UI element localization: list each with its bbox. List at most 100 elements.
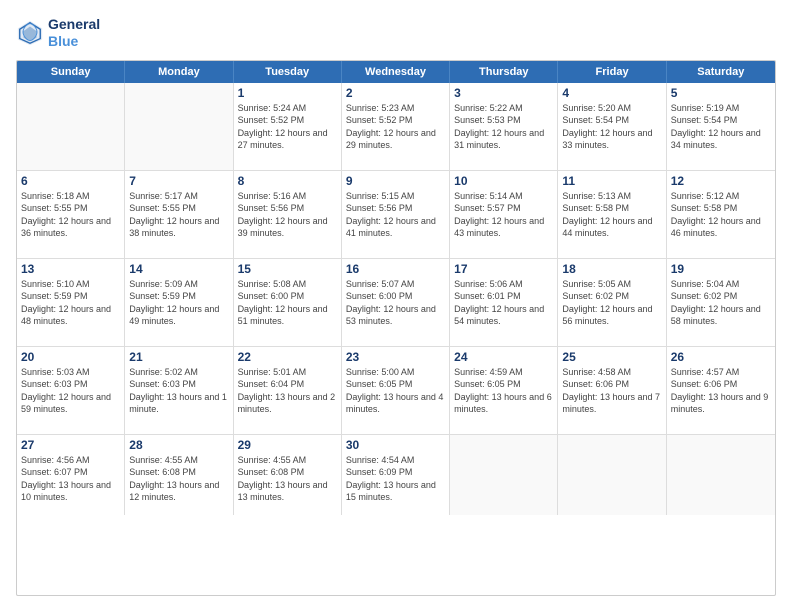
day-number: 9 xyxy=(346,174,445,188)
cell-info: Sunrise: 5:12 AM Sunset: 5:58 PM Dayligh… xyxy=(671,190,771,240)
calendar-cell xyxy=(667,435,775,515)
calendar-cell: 1 Sunrise: 5:24 AM Sunset: 5:52 PM Daylig… xyxy=(234,83,342,170)
cell-info: Sunrise: 4:55 AM Sunset: 6:08 PM Dayligh… xyxy=(129,454,228,504)
day-number: 2 xyxy=(346,86,445,100)
day-number: 20 xyxy=(21,350,120,364)
day-number: 25 xyxy=(562,350,661,364)
calendar-cell: 19 Sunrise: 5:04 AM Sunset: 6:02 PM Dayli… xyxy=(667,259,775,346)
weekday-header: Tuesday xyxy=(234,61,342,83)
calendar-cell: 5 Sunrise: 5:19 AM Sunset: 5:54 PM Daylig… xyxy=(667,83,775,170)
day-number: 22 xyxy=(238,350,337,364)
calendar-row: 13 Sunrise: 5:10 AM Sunset: 5:59 PM Dayli… xyxy=(17,259,775,347)
cell-info: Sunrise: 5:13 AM Sunset: 5:58 PM Dayligh… xyxy=(562,190,661,240)
logo: General Blue xyxy=(16,16,100,50)
logo-blue: Blue xyxy=(48,33,100,50)
calendar-row: 1 Sunrise: 5:24 AM Sunset: 5:52 PM Daylig… xyxy=(17,83,775,171)
cell-info: Sunrise: 5:01 AM Sunset: 6:04 PM Dayligh… xyxy=(238,366,337,416)
cell-info: Sunrise: 5:22 AM Sunset: 5:53 PM Dayligh… xyxy=(454,102,553,152)
calendar-cell: 14 Sunrise: 5:09 AM Sunset: 5:59 PM Dayli… xyxy=(125,259,233,346)
calendar-cell: 9 Sunrise: 5:15 AM Sunset: 5:56 PM Daylig… xyxy=(342,171,450,258)
calendar-cell: 23 Sunrise: 5:00 AM Sunset: 6:05 PM Dayli… xyxy=(342,347,450,434)
calendar-cell: 3 Sunrise: 5:22 AM Sunset: 5:53 PM Daylig… xyxy=(450,83,558,170)
calendar: SundayMondayTuesdayWednesdayThursdayFrid… xyxy=(16,60,776,596)
calendar-cell: 2 Sunrise: 5:23 AM Sunset: 5:52 PM Daylig… xyxy=(342,83,450,170)
weekday-header: Sunday xyxy=(17,61,125,83)
calendar-cell: 22 Sunrise: 5:01 AM Sunset: 6:04 PM Dayli… xyxy=(234,347,342,434)
calendar-cell: 15Sunrise: 5:08 AM Sunset: 6:00 PM Dayli… xyxy=(234,259,342,346)
calendar-cell: 26 Sunrise: 4:57 AM Sunset: 6:06 PM Dayli… xyxy=(667,347,775,434)
calendar-cell: 29Sunrise: 4:55 AM Sunset: 6:08 PM Dayli… xyxy=(234,435,342,515)
cell-info: Sunrise: 5:18 AM Sunset: 5:55 PM Dayligh… xyxy=(21,190,120,240)
cell-info: Sunrise: 5:05 AM Sunset: 6:02 PM Dayligh… xyxy=(562,278,661,328)
calendar-cell: 10 Sunrise: 5:14 AM Sunset: 5:57 PM Dayli… xyxy=(450,171,558,258)
cell-info: Sunrise: 5:09 AM Sunset: 5:59 PM Dayligh… xyxy=(129,278,228,328)
cell-info: Sunrise: 4:54 AM Sunset: 6:09 PM Dayligh… xyxy=(346,454,445,504)
calendar-cell: 27 Sunrise: 4:56 AM Sunset: 6:07 PM Dayli… xyxy=(17,435,125,515)
weekday-header: Friday xyxy=(558,61,666,83)
day-number: 27 xyxy=(21,438,120,452)
cell-info: Sunrise: 5:06 AM Sunset: 6:01 PM Dayligh… xyxy=(454,278,553,328)
calendar-row: 20 Sunrise: 5:03 AM Sunset: 6:03 PM Dayli… xyxy=(17,347,775,435)
day-number: 16 xyxy=(346,262,445,276)
cell-info: Sunrise: 4:57 AM Sunset: 6:06 PM Dayligh… xyxy=(671,366,771,416)
calendar-cell: 6 Sunrise: 5:18 AM Sunset: 5:55 PM Daylig… xyxy=(17,171,125,258)
day-number: 5 xyxy=(671,86,771,100)
cell-info: Sunrise: 5:23 AM Sunset: 5:52 PM Dayligh… xyxy=(346,102,445,152)
day-number: 19 xyxy=(671,262,771,276)
cell-info: Sunrise: 5:10 AM Sunset: 5:59 PM Dayligh… xyxy=(21,278,120,328)
cell-info: Sunrise: 4:59 AM Sunset: 6:05 PM Dayligh… xyxy=(454,366,553,416)
calendar-cell: 20 Sunrise: 5:03 AM Sunset: 6:03 PM Dayli… xyxy=(17,347,125,434)
cell-info: Sunrise: 5:03 AM Sunset: 6:03 PM Dayligh… xyxy=(21,366,120,416)
cell-info: Sunrise: 4:56 AM Sunset: 6:07 PM Dayligh… xyxy=(21,454,120,504)
calendar-cell: 8Sunrise: 5:16 AM Sunset: 5:56 PM Daylig… xyxy=(234,171,342,258)
calendar-cell: 7Sunrise: 5:17 AM Sunset: 5:55 PM Daylig… xyxy=(125,171,233,258)
day-number: 17 xyxy=(454,262,553,276)
cell-info: Sunrise: 4:58 AM Sunset: 6:06 PM Dayligh… xyxy=(562,366,661,416)
day-number: 13 xyxy=(21,262,120,276)
calendar-cell xyxy=(558,435,666,515)
logo-general: General xyxy=(48,16,100,33)
calendar-row: 6 Sunrise: 5:18 AM Sunset: 5:55 PM Daylig… xyxy=(17,171,775,259)
day-number: 4 xyxy=(562,86,661,100)
page: General Blue SundayMondayTuesdayWednesda… xyxy=(0,0,792,612)
calendar-cell: 12Sunrise: 5:12 AM Sunset: 5:58 PM Dayli… xyxy=(667,171,775,258)
weekday-header: Wednesday xyxy=(342,61,450,83)
cell-info: Sunrise: 5:00 AM Sunset: 6:05 PM Dayligh… xyxy=(346,366,445,416)
calendar-cell: 17 Sunrise: 5:06 AM Sunset: 6:01 PM Dayli… xyxy=(450,259,558,346)
calendar-body: 1 Sunrise: 5:24 AM Sunset: 5:52 PM Daylig… xyxy=(17,83,775,515)
day-number: 30 xyxy=(346,438,445,452)
header: General Blue xyxy=(16,16,776,50)
day-number: 11 xyxy=(562,174,661,188)
day-number: 10 xyxy=(454,174,553,188)
weekday-header: Saturday xyxy=(667,61,775,83)
cell-info: Sunrise: 5:20 AM Sunset: 5:54 PM Dayligh… xyxy=(562,102,661,152)
cell-info: Sunrise: 4:55 AM Sunset: 6:08 PM Dayligh… xyxy=(238,454,337,504)
calendar-header: SundayMondayTuesdayWednesdayThursdayFrid… xyxy=(17,61,775,83)
calendar-cell xyxy=(125,83,233,170)
calendar-row: 27 Sunrise: 4:56 AM Sunset: 6:07 PM Dayli… xyxy=(17,435,775,515)
cell-info: Sunrise: 5:16 AM Sunset: 5:56 PM Dayligh… xyxy=(238,190,337,240)
day-number: 14 xyxy=(129,262,228,276)
calendar-cell: 28 Sunrise: 4:55 AM Sunset: 6:08 PM Dayli… xyxy=(125,435,233,515)
day-number: 3 xyxy=(454,86,553,100)
calendar-cell: 30 Sunrise: 4:54 AM Sunset: 6:09 PM Dayli… xyxy=(342,435,450,515)
cell-info: Sunrise: 5:04 AM Sunset: 6:02 PM Dayligh… xyxy=(671,278,771,328)
cell-info: Sunrise: 5:24 AM Sunset: 5:52 PM Dayligh… xyxy=(238,102,337,152)
day-number: 6 xyxy=(21,174,120,188)
day-number: 24 xyxy=(454,350,553,364)
day-number: 28 xyxy=(129,438,228,452)
day-number: 7 xyxy=(129,174,228,188)
day-number: 23 xyxy=(346,350,445,364)
day-number: 1 xyxy=(238,86,337,100)
calendar-cell xyxy=(450,435,558,515)
day-number: 15 xyxy=(238,262,337,276)
cell-info: Sunrise: 5:14 AM Sunset: 5:57 PM Dayligh… xyxy=(454,190,553,240)
cell-info: Sunrise: 5:02 AM Sunset: 6:03 PM Dayligh… xyxy=(129,366,228,416)
calendar-cell: 25 Sunrise: 4:58 AM Sunset: 6:06 PM Dayli… xyxy=(558,347,666,434)
cell-info: Sunrise: 5:19 AM Sunset: 5:54 PM Dayligh… xyxy=(671,102,771,152)
day-number: 26 xyxy=(671,350,771,364)
calendar-cell: 21Sunrise: 5:02 AM Sunset: 6:03 PM Dayli… xyxy=(125,347,233,434)
cell-info: Sunrise: 5:15 AM Sunset: 5:56 PM Dayligh… xyxy=(346,190,445,240)
calendar-cell: 13 Sunrise: 5:10 AM Sunset: 5:59 PM Dayli… xyxy=(17,259,125,346)
cell-info: Sunrise: 5:07 AM Sunset: 6:00 PM Dayligh… xyxy=(346,278,445,328)
